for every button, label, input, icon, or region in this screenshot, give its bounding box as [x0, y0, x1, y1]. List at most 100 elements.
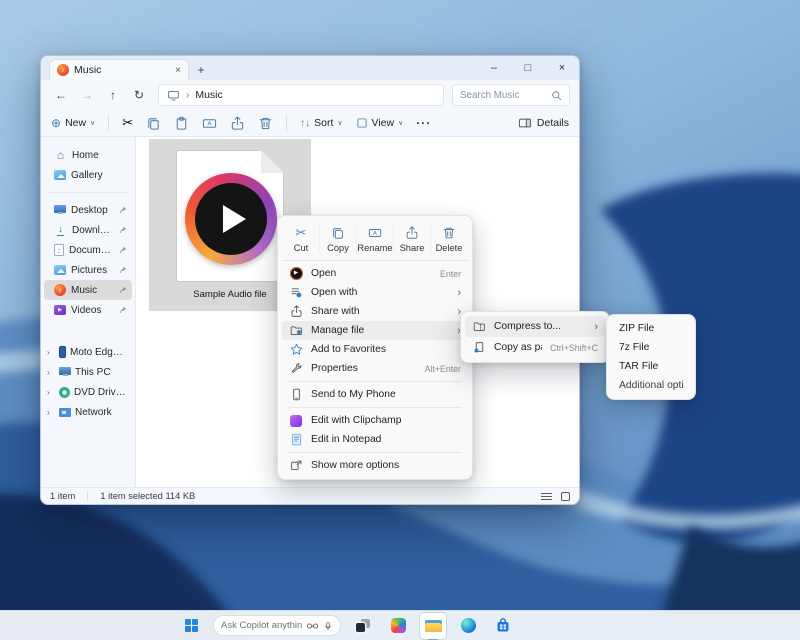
- menu-item-open[interactable]: ▶ Open Enter: [282, 264, 468, 283]
- music-icon: ♪: [54, 284, 66, 296]
- edge-button[interactable]: [455, 613, 481, 639]
- submenu-item-compress-to[interactable]: Compress to... ›: [465, 316, 605, 337]
- context-menu: ✂ Cut Copy A Rename Share Delete ▶ Open: [277, 215, 473, 480]
- menu-item-share-with[interactable]: Share with ›: [282, 302, 468, 321]
- menu-item-properties[interactable]: Properties Alt+Enter: [282, 359, 468, 378]
- start-button[interactable]: [178, 613, 204, 639]
- list-view-toggle-icon[interactable]: [541, 493, 552, 500]
- submenu-item-copy-as-path[interactable]: Copy as path Ctrl+Shift+C: [465, 337, 605, 358]
- cut-menu-button[interactable]: ✂ Cut: [283, 221, 319, 255]
- menu-divider: [288, 452, 462, 453]
- copy-menu-button[interactable]: Copy: [319, 221, 356, 255]
- chevron-right-icon[interactable]: ›: [47, 408, 55, 417]
- view-button[interactable]: View ∨: [356, 117, 404, 129]
- maximize-button[interactable]: □: [511, 56, 545, 80]
- sidebar-item-music[interactable]: ♪ Music: [44, 280, 132, 300]
- documents-icon: [54, 244, 64, 256]
- desktop-location-icon: [167, 89, 180, 102]
- menu-item-send-to-my-phone[interactable]: Send to My Phone: [282, 385, 468, 404]
- new-label: New: [65, 117, 86, 129]
- thumbnail-view-toggle-icon[interactable]: [561, 492, 570, 501]
- copilot-search-input[interactable]: [221, 620, 302, 631]
- phone-device-icon: [59, 346, 66, 358]
- wrench-icon: [289, 362, 303, 375]
- paste-button[interactable]: [174, 116, 189, 131]
- sidebar-item-dvd-drive[interactable]: › DVD Drive (D:) CCC: [44, 382, 132, 402]
- menu-item-label: Send to My Phone: [311, 389, 461, 400]
- sidebar-item-gallery[interactable]: Gallery: [44, 165, 132, 185]
- new-button[interactable]: ⊕ New ∨: [51, 117, 95, 129]
- details-pane-button[interactable]: Details: [518, 117, 569, 129]
- search-box[interactable]: [452, 84, 570, 106]
- microphone-icon[interactable]: [323, 620, 333, 632]
- sort-button[interactable]: ↑↓ Sort ∨: [300, 117, 342, 129]
- task-view-button[interactable]: [350, 613, 376, 639]
- sidebar-item-home[interactable]: ⌂ Home: [44, 145, 132, 165]
- minimize-button[interactable]: –: [477, 56, 511, 80]
- menu-item-label: Copy as path: [494, 342, 542, 353]
- quick-action-label: Rename: [357, 243, 392, 253]
- rename-menu-button[interactable]: A Rename: [356, 221, 393, 255]
- tab-music[interactable]: ♪ Music ×: [49, 59, 189, 80]
- new-tab-button[interactable]: +: [189, 59, 213, 80]
- cut-button[interactable]: ✂: [122, 115, 133, 131]
- sidebar-item-phone-device[interactable]: › Moto Edge 50 Neo: [44, 342, 132, 362]
- back-button[interactable]: ←: [50, 88, 72, 102]
- sidebar-item-downloads[interactable]: ↓ Downloads: [44, 220, 132, 240]
- tab-close-icon[interactable]: ×: [175, 65, 181, 76]
- pin-icon: [119, 206, 127, 214]
- submenu-item-zip-file[interactable]: ZIP File: [611, 319, 691, 338]
- submenu-item-tar-file[interactable]: TAR File: [611, 357, 691, 376]
- file-explorer-icon: [425, 619, 442, 632]
- desktop-icon: [54, 205, 66, 213]
- dvd-drive-icon: [59, 387, 70, 398]
- compress-folder-icon: [472, 320, 486, 333]
- open-with-icon: [289, 286, 303, 299]
- menu-item-label: Open: [311, 268, 432, 279]
- menu-item-edit-in-notepad[interactable]: Edit in Notepad: [282, 430, 468, 449]
- search-input[interactable]: [460, 90, 547, 101]
- microsoft-store-icon: [495, 618, 511, 634]
- view-icon: [356, 117, 368, 129]
- sidebar-item-documents[interactable]: Documents: [44, 240, 132, 260]
- menu-item-manage-file[interactable]: Manage file ›: [282, 321, 468, 340]
- share-button[interactable]: [230, 116, 245, 131]
- m365-copilot-button[interactable]: [385, 613, 411, 639]
- sidebar-item-network[interactable]: › Network: [44, 402, 132, 422]
- menu-item-add-to-favorites[interactable]: Add to Favorites: [282, 340, 468, 359]
- up-button[interactable]: ↑: [102, 88, 124, 102]
- sidebar-item-desktop[interactable]: Desktop: [44, 200, 132, 220]
- forward-button[interactable]: →: [76, 88, 98, 102]
- copy-button[interactable]: [146, 116, 161, 131]
- rename-button[interactable]: A: [202, 116, 217, 131]
- status-bar: 1 item 1 item selected 114 KB: [41, 487, 579, 504]
- close-button[interactable]: ×: [545, 56, 579, 80]
- share-menu-button[interactable]: Share: [393, 221, 430, 255]
- menu-item-open-with[interactable]: Open with ›: [282, 283, 468, 302]
- sidebar-item-pictures[interactable]: Pictures: [44, 260, 132, 280]
- chevron-right-icon[interactable]: ›: [47, 348, 55, 357]
- refresh-button[interactable]: ↻: [128, 88, 150, 102]
- delete-button[interactable]: [258, 116, 273, 131]
- desktop-screen: ♪ Music × + – □ × ← → ↑ ↻ › Music: [0, 0, 800, 640]
- menu-item-show-more-options[interactable]: Show more options: [282, 456, 468, 475]
- sort-icon: ↑↓: [300, 118, 310, 129]
- see-more-button[interactable]: ···: [416, 116, 431, 130]
- taskbar-search[interactable]: [213, 615, 341, 636]
- menu-item-edit-with-clipchamp[interactable]: Edit with Clipchamp: [282, 411, 468, 430]
- file-explorer-button[interactable]: [420, 613, 446, 639]
- submenu-item-additional-options[interactable]: Additional options: [611, 376, 691, 395]
- delete-menu-button[interactable]: Delete: [430, 221, 467, 255]
- chevron-right-icon[interactable]: ›: [47, 388, 55, 397]
- address-bar[interactable]: › Music: [158, 84, 444, 106]
- network-icon: [59, 408, 71, 417]
- microsoft-store-button[interactable]: [490, 613, 516, 639]
- sidebar-item-this-pc[interactable]: › This PC: [44, 362, 132, 382]
- search-icon: [551, 90, 562, 101]
- details-label: Details: [537, 117, 569, 129]
- compress-to-submenu: ZIP File 7z File TAR File Additional opt…: [606, 314, 696, 400]
- chevron-right-icon[interactable]: ›: [47, 368, 55, 377]
- sidebar-item-label: Moto Edge 50 Neo: [70, 347, 127, 358]
- submenu-item-7z-file[interactable]: 7z File: [611, 338, 691, 357]
- sidebar-item-videos[interactable]: ▶ Videos: [44, 300, 132, 320]
